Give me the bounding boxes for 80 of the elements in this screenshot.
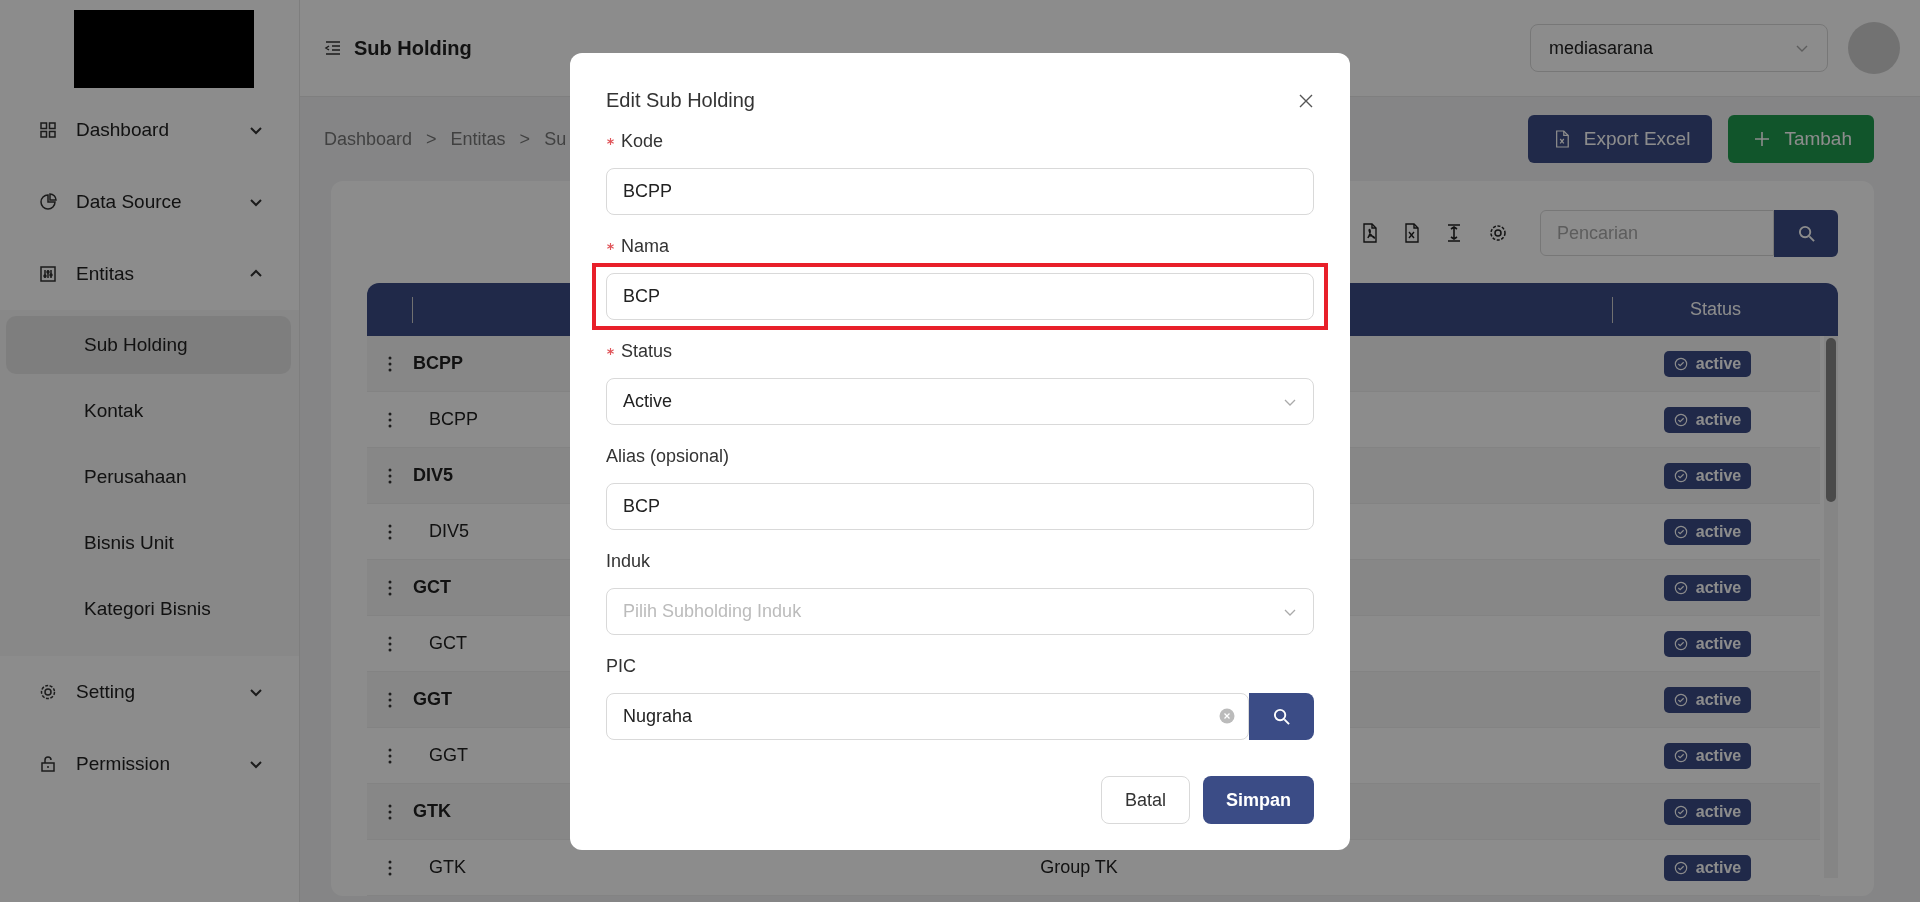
save-button[interactable]: Simpan	[1203, 776, 1314, 824]
table-cell-text: BCPP	[428, 409, 480, 430]
excel-file-icon[interactable]	[1404, 223, 1420, 243]
drag-handle-icon[interactable]	[388, 859, 392, 876]
search-button[interactable]	[1249, 693, 1314, 740]
status-badge: active	[1663, 798, 1752, 825]
input-field[interactable]: Nugraha	[606, 693, 1249, 740]
select-field[interactable]: Active	[606, 378, 1314, 425]
table-cell-text: DIV5	[413, 465, 455, 486]
submenu-item[interactable]: Sub Holding	[6, 316, 291, 374]
table-cell-text: DIV5	[428, 521, 471, 542]
table-cell-text: GTK	[428, 857, 467, 878]
drag-handle-icon[interactable]	[388, 747, 392, 764]
status-badge: active	[1663, 350, 1752, 377]
drag-handle-icon[interactable]	[388, 579, 392, 596]
field-label: Kode	[621, 130, 664, 152]
field-label: Nama	[621, 235, 669, 257]
status-badge: active	[1663, 854, 1752, 881]
status-badge: active	[1663, 462, 1752, 489]
excel-file-icon	[1553, 130, 1570, 148]
menu-icon	[38, 264, 58, 284]
breadcrumb-link[interactable]: Dashboard	[324, 128, 413, 150]
submenu-item[interactable]: Kontak	[6, 382, 291, 440]
table-cell-text: BCPP	[413, 353, 464, 374]
cancel-button[interactable]: Batal	[1100, 776, 1190, 824]
breadcrumb-separator: >	[519, 128, 531, 150]
close-icon[interactable]	[1298, 92, 1314, 109]
menu-icon[interactable]	[324, 39, 342, 57]
table-cell-text: GGT	[428, 745, 469, 766]
menu-icon	[38, 754, 58, 774]
field-label: Alias (opsional)	[606, 445, 730, 467]
menu-item[interactable]: Dashboard	[0, 94, 299, 166]
breadcrumb-separator: >	[426, 128, 437, 150]
page-title: Sub Holding	[354, 36, 472, 60]
status-badge: active	[1663, 742, 1752, 769]
plus-icon	[1754, 131, 1771, 147]
drag-handle-icon[interactable]	[388, 467, 392, 484]
menu-item[interactable]: Data Source	[0, 166, 299, 238]
status-badge: active	[1663, 630, 1752, 657]
status-badge: active	[1663, 574, 1752, 601]
status-badge: active	[1663, 686, 1752, 713]
drag-handle-icon[interactable]	[388, 691, 392, 708]
field-label: PIC	[606, 655, 636, 677]
input-field[interactable]: BCP	[606, 273, 1314, 320]
drag-handle-icon[interactable]	[388, 355, 392, 372]
submenu-item[interactable]: Kategori Bisnis	[6, 580, 291, 638]
export-button[interactable]: Export Excel	[1527, 115, 1713, 163]
search-icon	[1273, 708, 1290, 725]
field-label: Status	[621, 340, 673, 362]
pdf-file-icon[interactable]	[1362, 223, 1378, 243]
menu-item[interactable]: Permission	[0, 728, 299, 800]
company-select[interactable]: mediasarana	[1530, 24, 1828, 72]
menu-item[interactable]: Entitas	[0, 238, 299, 310]
search-icon	[1797, 224, 1815, 242]
row-height-icon[interactable]	[1446, 223, 1462, 243]
settings-icon[interactable]	[1488, 223, 1508, 243]
search-button[interactable]	[1774, 209, 1838, 257]
table-cell-text: GCT	[413, 577, 452, 598]
submenu-item[interactable]: Perusahaan	[6, 448, 291, 506]
table-cell: Group TK	[1040, 857, 1118, 877]
drag-handle-icon[interactable]	[388, 803, 392, 820]
input-field[interactable]: BCPP	[606, 168, 1314, 215]
input-field[interactable]: BCP	[606, 483, 1314, 530]
dialog-title: Edit Sub Holding	[606, 89, 755, 112]
table-cell-text: GGT	[413, 689, 453, 710]
column-header: Status	[1689, 299, 1742, 320]
table-cell-text: GCT	[428, 633, 468, 654]
scrollbar[interactable]	[1824, 336, 1838, 878]
menu-icon	[38, 682, 58, 702]
status-badge: active	[1663, 518, 1752, 545]
field-label: Induk	[606, 550, 651, 572]
menu-icon	[38, 120, 58, 140]
drag-handle-icon[interactable]	[388, 523, 392, 540]
drag-handle-icon[interactable]	[388, 635, 392, 652]
table-cell-text: GTK	[413, 801, 452, 822]
status-badge: active	[1663, 406, 1752, 433]
menu-item[interactable]: Setting	[0, 656, 299, 728]
drag-handle-icon[interactable]	[388, 411, 392, 428]
submenu-item[interactable]: Bisnis Unit	[6, 514, 291, 572]
menu-icon	[38, 192, 58, 212]
